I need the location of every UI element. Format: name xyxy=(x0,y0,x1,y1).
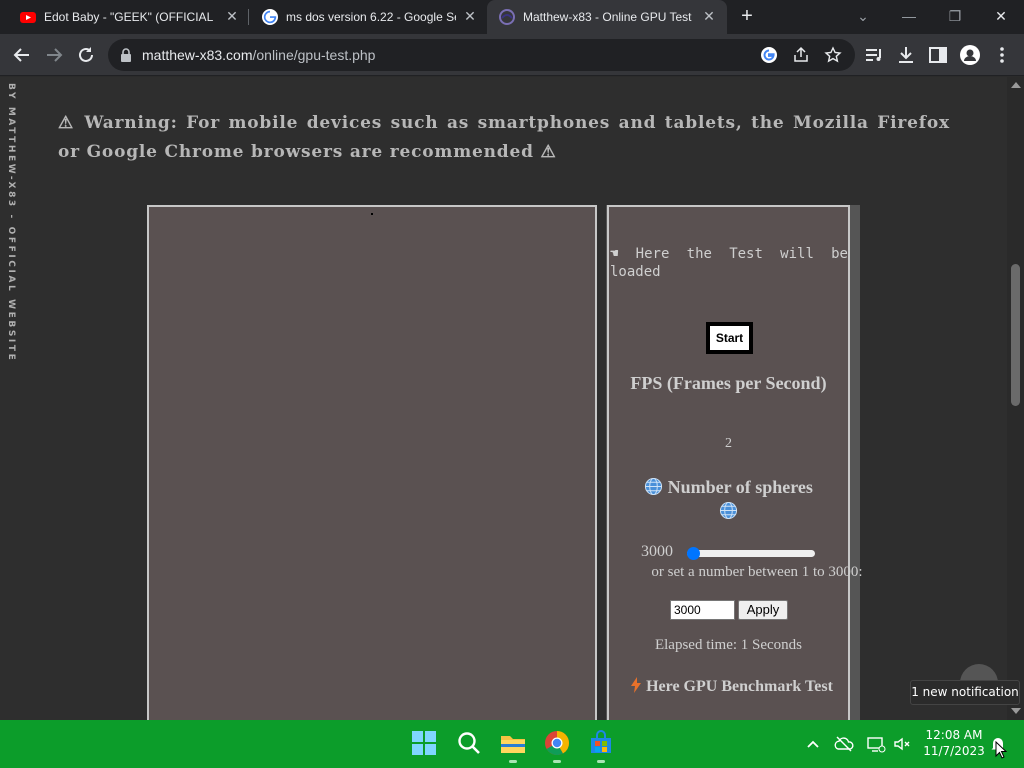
chrome-icon xyxy=(545,731,569,756)
new-tab-button[interactable]: + xyxy=(736,6,758,28)
close-tab-icon[interactable]: ✕ xyxy=(462,8,478,24)
menu-kebab-icon[interactable] xyxy=(990,43,1014,67)
chevron-up-icon[interactable] xyxy=(803,734,823,754)
folder-icon xyxy=(501,736,525,753)
fps-heading: FPS (Frames per Second) xyxy=(630,373,827,393)
elapsed-time-text: Elapsed time: 1 Seconds xyxy=(654,637,803,653)
browser-toolbar: matthew-x83.com/online/gpu-test.php xyxy=(0,34,1024,76)
web-page: BY MATTHEW-X83 - OFFICIAL WEBSITE ⚠ Warn… xyxy=(0,77,1007,720)
forward-arrow-icon[interactable] xyxy=(42,43,66,67)
start-button[interactable]: Start xyxy=(706,322,753,354)
windows-taskbar: 12:08 AM 11/7/2023 xyxy=(0,720,1024,768)
spheres-heading: Number of spheres xyxy=(609,475,848,523)
spheres-number-input[interactable]: 3000 xyxy=(670,600,735,620)
notification-tooltip: 1 new notification xyxy=(910,680,1020,705)
tab-youtube[interactable]: Edot Baby - "GEEK" (OFFICIAL M ✕ xyxy=(8,0,248,34)
side-credit-text: BY MATTHEW-X83 - OFFICIAL WEBSITE xyxy=(6,83,16,363)
spheres-slider[interactable] xyxy=(687,547,815,560)
control-panel: ☚ Here the Test will be loaded Start FPS… xyxy=(607,205,863,720)
spheres-slider-row: 3000 xyxy=(639,543,829,563)
google-icon xyxy=(262,9,278,25)
microsoft-store-icon xyxy=(591,730,611,753)
fps-value: 2 xyxy=(725,436,732,451)
close-window-button[interactable]: ✕ xyxy=(986,4,1016,28)
lightning-icon xyxy=(631,677,642,693)
close-tab-icon[interactable]: ✕ xyxy=(701,8,717,24)
tab-title: Matthew-x83 - Online GPU Test xyxy=(523,10,692,24)
network-icon[interactable] xyxy=(866,734,886,754)
volume-muted-icon[interactable] xyxy=(892,734,912,754)
globe-icon xyxy=(645,477,663,496)
tab-title: ms dos version 6.22 - Google Se xyxy=(286,10,456,24)
spheres-heading-label: Number of spheres xyxy=(667,477,813,497)
store-app[interactable] xyxy=(588,730,614,763)
windows-start-icon[interactable] xyxy=(411,730,437,756)
mouse-cursor-icon xyxy=(995,741,1007,759)
slider-value-label: 3000 xyxy=(641,543,673,560)
benchmark-heading: Here GPU Benchmark Test xyxy=(615,677,848,696)
set-number-text: or set a number between 1 to 3000: xyxy=(651,564,863,580)
mobile-warning-text: ⚠ Warning: For mobile devices such as sm… xyxy=(58,113,950,162)
test-canvas[interactable] xyxy=(147,205,597,720)
minimize-button[interactable]: — xyxy=(894,4,924,28)
reload-icon[interactable] xyxy=(74,43,98,67)
page-scrollbar[interactable] xyxy=(1007,77,1024,720)
clock-time: 12:08 AM xyxy=(925,728,983,742)
running-indicator xyxy=(509,760,517,763)
search-icon[interactable] xyxy=(456,730,482,756)
file-explorer-app[interactable] xyxy=(500,730,526,763)
onedrive-offline-icon[interactable] xyxy=(834,734,854,754)
url-path: /online/gpu-test.php xyxy=(252,47,376,63)
slider-thumb[interactable] xyxy=(687,547,700,560)
tab-gpu-test[interactable]: Matthew-x83 - Online GPU Test ✕ xyxy=(487,0,727,34)
scroll-up-arrow-icon[interactable] xyxy=(1011,82,1021,88)
bookmark-star-icon[interactable] xyxy=(824,46,842,64)
restore-button[interactable]: ❐ xyxy=(940,4,970,28)
test-load-text: ☚ Here the Test will be loaded xyxy=(610,246,848,280)
media-queue-icon[interactable] xyxy=(862,43,886,67)
scroll-down-arrow-icon[interactable] xyxy=(1011,708,1021,714)
url-host: matthew-x83.com xyxy=(142,47,253,63)
share-icon[interactable] xyxy=(792,46,810,64)
tab-strip: Edot Baby - "GEEK" (OFFICIAL M ✕ ms dos … xyxy=(0,0,1024,34)
canvas-point xyxy=(371,213,373,215)
tab-search-chevron-icon[interactable]: ⌄ xyxy=(848,4,878,28)
system-clock[interactable]: 12:08 AM 11/7/2023 xyxy=(918,727,990,759)
tab-google-search[interactable]: ms dos version 6.22 - Google Se ✕ xyxy=(250,0,486,34)
running-indicator xyxy=(597,760,605,763)
google-lens-icon[interactable] xyxy=(760,46,778,64)
apply-button[interactable]: Apply xyxy=(738,600,788,620)
site-favicon-icon xyxy=(499,9,515,25)
address-bar[interactable]: matthew-x83.com/online/gpu-test.php xyxy=(108,39,855,71)
globe-icon xyxy=(719,501,738,520)
scrollbar-thumb[interactable] xyxy=(1011,264,1020,406)
chrome-app[interactable] xyxy=(544,730,570,763)
lock-icon[interactable] xyxy=(120,48,132,62)
running-indicator xyxy=(553,760,561,763)
profile-avatar-icon[interactable] xyxy=(958,43,982,67)
download-icon[interactable] xyxy=(894,43,918,67)
benchmark-heading-label: Here GPU Benchmark Test xyxy=(646,678,833,695)
close-tab-icon[interactable]: ✕ xyxy=(224,8,240,24)
youtube-icon xyxy=(20,12,36,23)
back-arrow-icon[interactable] xyxy=(10,43,34,67)
clock-date: 11/7/2023 xyxy=(923,744,985,758)
tab-title: Edot Baby - "GEEK" (OFFICIAL M xyxy=(44,10,214,24)
side-panel-icon[interactable] xyxy=(926,43,950,67)
tab-divider xyxy=(248,9,249,25)
url-text: matthew-x83.com/online/gpu-test.php xyxy=(142,47,375,63)
